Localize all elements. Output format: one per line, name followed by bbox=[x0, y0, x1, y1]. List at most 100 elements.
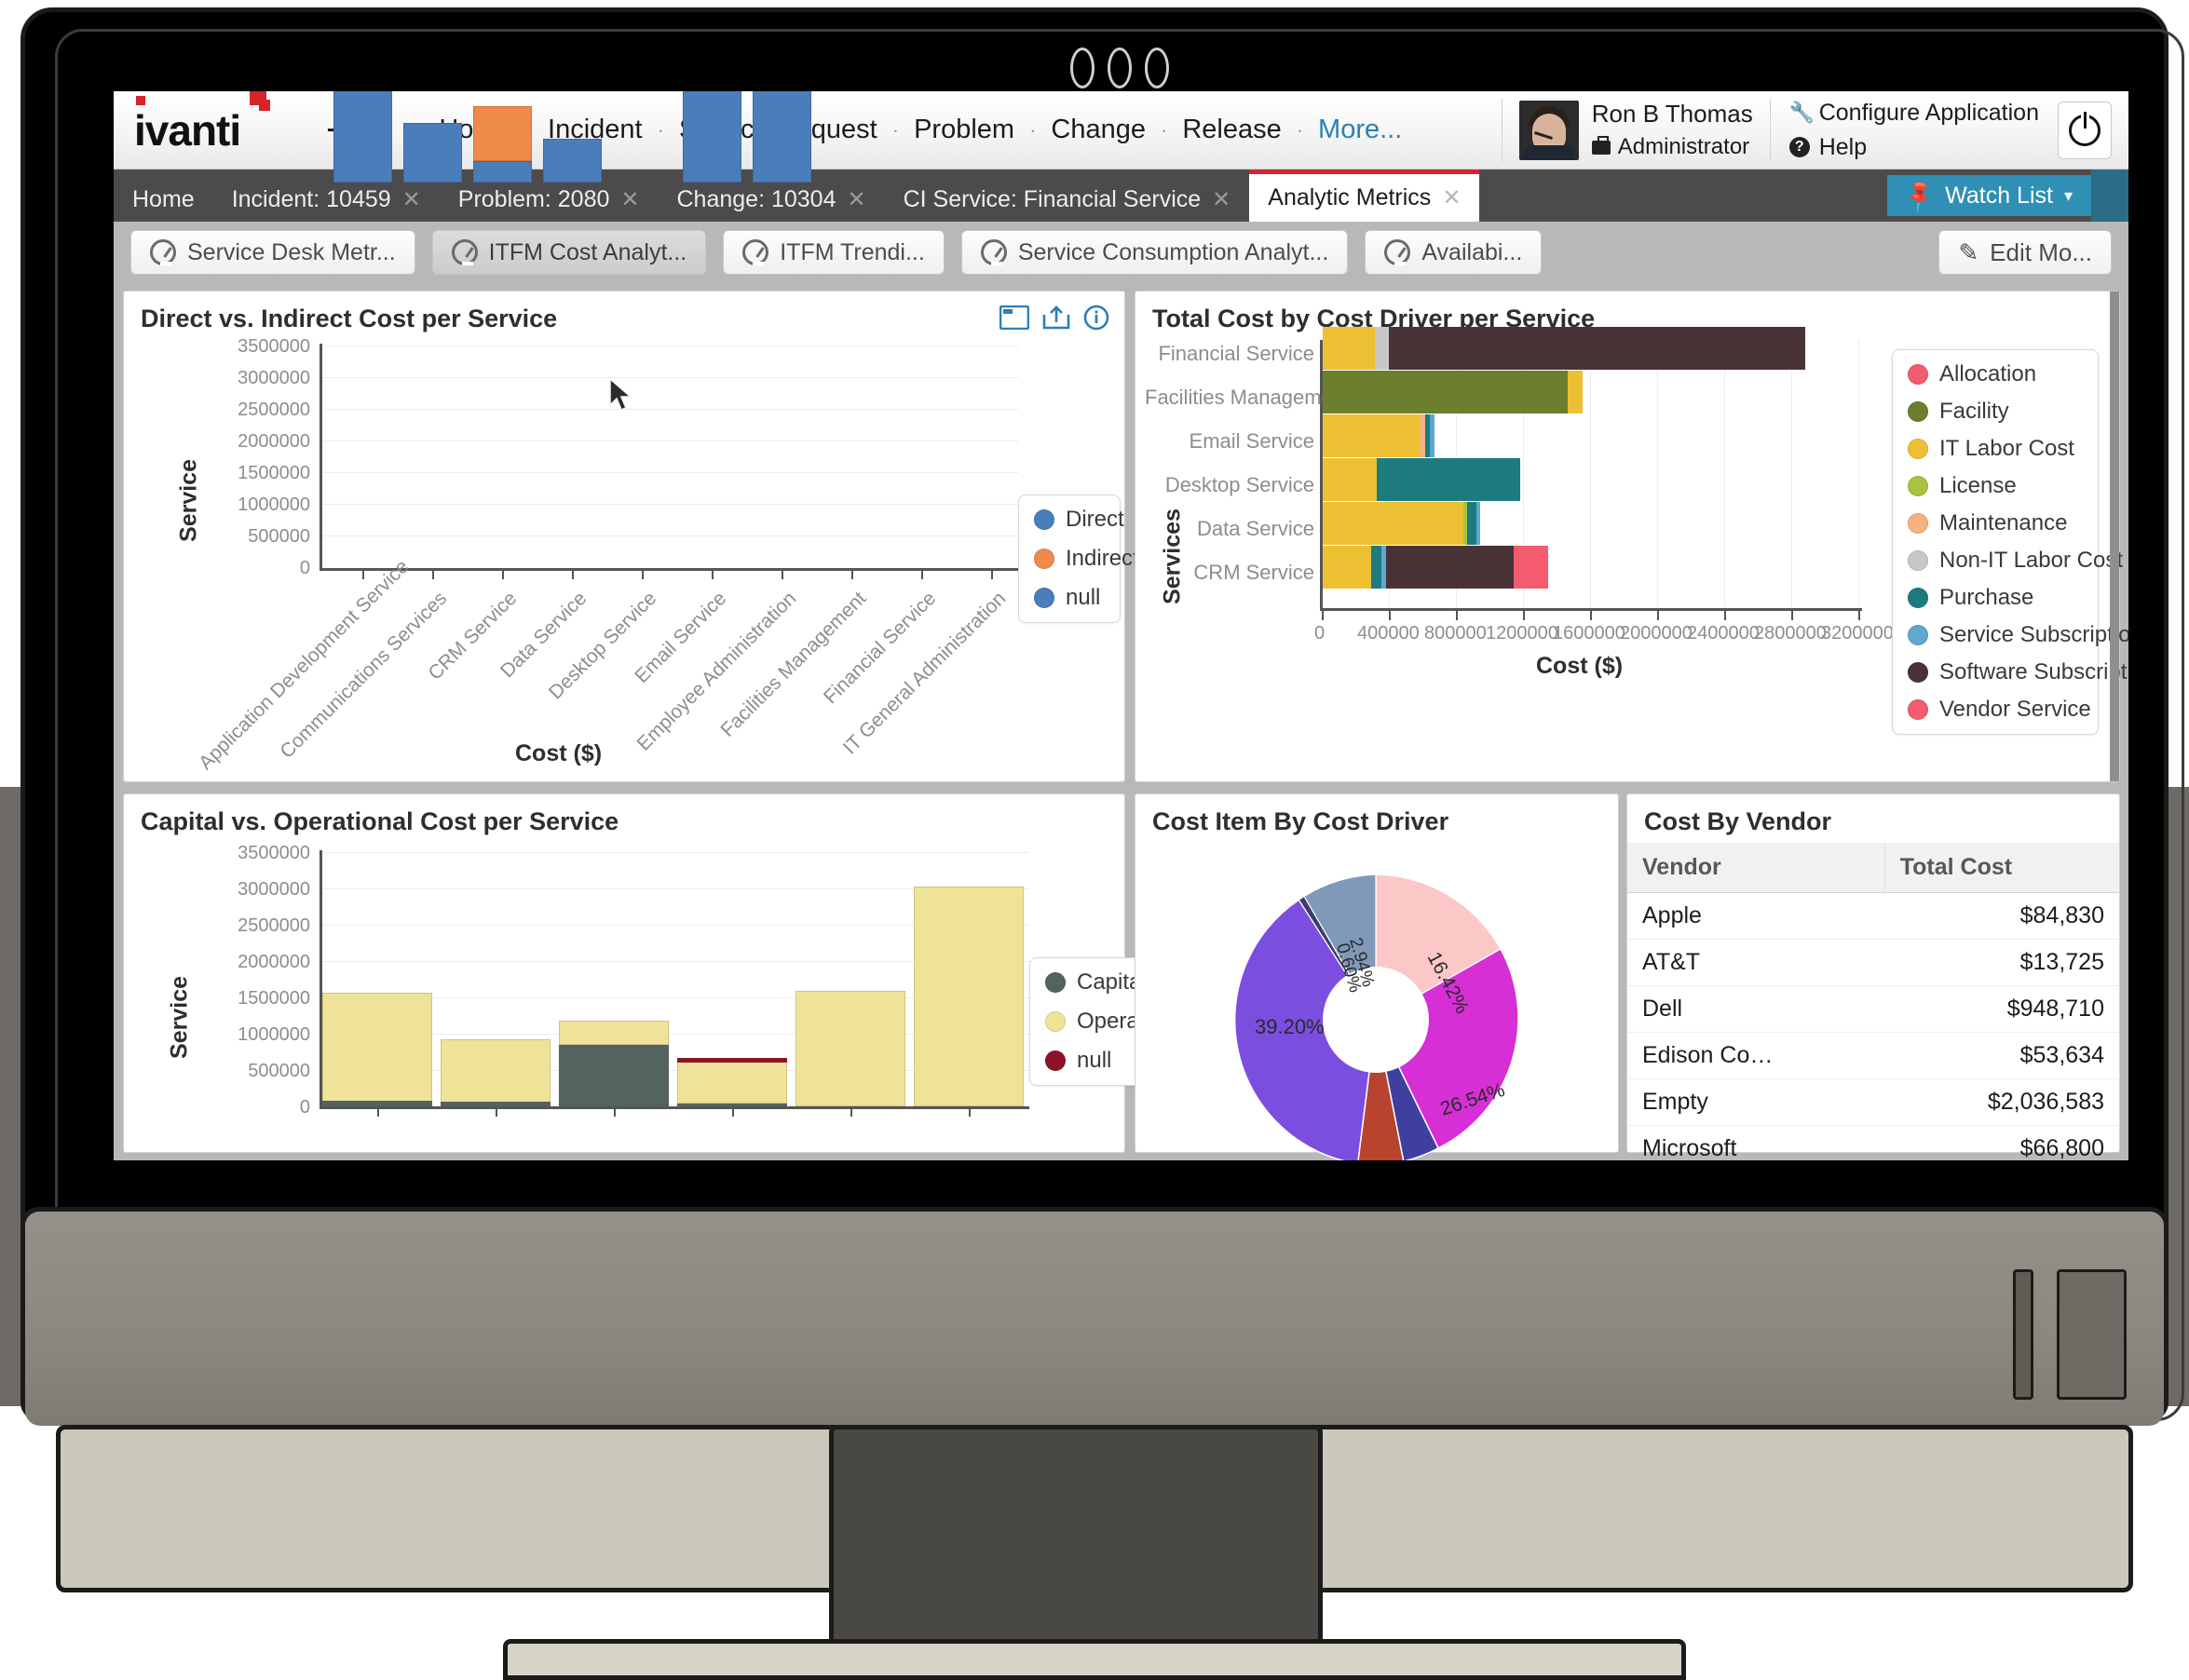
tab-ci-service-financial-service[interactable]: CI Service: Financial Service ✕ bbox=[885, 177, 1250, 222]
watch-list-button[interactable]: 📌 Watch List ▾ bbox=[1887, 175, 2091, 216]
nav-item-problem[interactable]: Problem bbox=[899, 115, 1029, 145]
dashboard-tab-availability[interactable]: Availabi... bbox=[1365, 230, 1543, 275]
legend-item-facility[interactable]: Facility bbox=[1908, 399, 2083, 425]
chart3-bar-data-capital[interactable] bbox=[441, 1102, 551, 1106]
chart2-bar-data-purchase[interactable] bbox=[1467, 502, 1476, 545]
chart1-bar-desktop-direct[interactable] bbox=[473, 161, 532, 183]
chart2-bar-email-it-labor[interactable] bbox=[1323, 414, 1420, 457]
chart1-bar-email-direct[interactable] bbox=[543, 139, 602, 183]
chart2-bar-crm-software-subscription[interactable] bbox=[1386, 546, 1514, 589]
tab-incident-10459[interactable]: Incident: 10459 ✕ bbox=[213, 177, 440, 222]
help-icon: ? bbox=[1788, 137, 1810, 157]
legend-item-direct[interactable]: Direct bbox=[1034, 507, 1124, 533]
legend-item-non-it-labor-cost[interactable]: Non-IT Labor Cost bbox=[1908, 548, 2123, 574]
ivanti-logo[interactable]: ivanti bbox=[114, 91, 300, 152]
column-header-total-cost[interactable]: Total Cost bbox=[1884, 843, 2119, 893]
edit-mode-button[interactable]: ✎ Edit Mo... bbox=[1938, 230, 2112, 275]
chart1-y-tick: 2500000 bbox=[238, 400, 310, 420]
chart2-bar-data-service-subscription[interactable] bbox=[1476, 502, 1480, 545]
dashboard-tab-service-desk-metrics[interactable]: Service Desk Metr... bbox=[130, 230, 415, 275]
nav-item-release[interactable]: Release bbox=[1167, 115, 1296, 145]
chart2-bar-financial-software-subscription[interactable] bbox=[1389, 327, 1805, 370]
chart2-bar-facilities-facility[interactable] bbox=[1323, 371, 1568, 413]
chart3-bar-data-operational[interactable] bbox=[441, 1039, 551, 1106]
chart3-bar-facilities-operational[interactable] bbox=[795, 991, 905, 1106]
chart2-bar-desktop-purchase[interactable] bbox=[1377, 458, 1520, 501]
tab-home[interactable]: Home bbox=[114, 177, 213, 222]
panel-scrollbar[interactable] bbox=[2110, 291, 2119, 781]
monitor-base-foot bbox=[503, 1639, 1686, 1680]
chart1-bar-financial-direct[interactable] bbox=[753, 91, 811, 183]
chart2-bar-crm-it-labor[interactable] bbox=[1323, 546, 1371, 589]
chart1-x-axis-label: Cost ($) bbox=[515, 740, 603, 766]
chart2-x-tickmark bbox=[1456, 610, 1458, 620]
chart3-bar-financial-operational[interactable] bbox=[914, 887, 1024, 1106]
table-row[interactable]: Dell $948,710 bbox=[1627, 985, 2119, 1033]
legend-item-purchase[interactable]: Purchase bbox=[1908, 585, 2083, 611]
table-row[interactable]: AT&T $13,725 bbox=[1627, 939, 2119, 986]
legend-item-allocation[interactable]: Allocation bbox=[1908, 361, 2083, 387]
chart3-bar-desktop-operational[interactable] bbox=[559, 1021, 669, 1045]
chart2-bar-financial-it-labor[interactable] bbox=[1323, 327, 1375, 370]
dashboard-tab-itfm-trending[interactable]: ITFM Trendi... bbox=[723, 230, 945, 275]
chart3-bar-crm-capital[interactable] bbox=[322, 1101, 432, 1106]
chart1-x-tickmark bbox=[851, 569, 853, 579]
chart1-bar-data-direct[interactable] bbox=[403, 123, 462, 183]
webcam-dot-1 bbox=[1070, 47, 1094, 88]
legend-item-license[interactable]: License bbox=[1908, 473, 2083, 499]
table-row[interactable]: Edison Co… $53,634 bbox=[1627, 1032, 2119, 1079]
tab-analytic-metrics[interactable]: Analytic Metrics ✕ bbox=[1249, 169, 1480, 222]
cell-vendor: Empty bbox=[1627, 1078, 1885, 1126]
column-header-vendor[interactable]: Vendor bbox=[1627, 843, 1885, 893]
user-profile-block[interactable]: Ron B Thomas Administrator bbox=[1501, 98, 1770, 162]
chart1-y-tick: 1000000 bbox=[238, 495, 310, 515]
chart2-bar-facilities-it-labor[interactable] bbox=[1568, 371, 1583, 413]
tab-label: Home bbox=[132, 185, 195, 212]
legend-item-null[interactable]: null bbox=[1034, 585, 1105, 611]
chart2-bar-crm-purchase[interactable] bbox=[1371, 546, 1381, 589]
chart1-y-tick: 0 bbox=[299, 558, 310, 578]
legend-item-software-subscription[interactable]: Software Subscription bbox=[1908, 659, 2128, 685]
configure-application-link[interactable]: 🔧 Configure Application bbox=[1789, 100, 2039, 127]
close-icon[interactable]: ✕ bbox=[1212, 186, 1230, 213]
chart2-bar-data-it-labor[interactable] bbox=[1323, 502, 1463, 545]
legend-item-maintenance[interactable]: Maintenance bbox=[1908, 510, 2083, 536]
chart2-x-tick-label: 800000 bbox=[1424, 623, 1487, 644]
chart1-bar-desktop-indirect[interactable] bbox=[473, 106, 532, 161]
close-icon[interactable]: ✕ bbox=[402, 186, 421, 213]
legend-item-it-labor-cost[interactable]: IT Labor Cost bbox=[1908, 436, 2083, 462]
table-row[interactable]: Apple $84,830 bbox=[1627, 892, 2119, 940]
nav-item-more[interactable]: More... bbox=[1303, 115, 1417, 145]
chart1-gridline bbox=[321, 377, 1018, 378]
chart1-bar-crm-direct[interactable] bbox=[333, 91, 392, 183]
chart3-bar-desktop-capital[interactable] bbox=[559, 1045, 669, 1106]
cost-item-donut-chart[interactable]: 16.42% 26.54% 39.20% 0.60% 2.94% bbox=[1208, 852, 1543, 1160]
table-row[interactable]: Microsoft $66,800 bbox=[1627, 1125, 2119, 1160]
legend-item-service-subscription[interactable]: Service Subscription bbox=[1908, 622, 2128, 648]
tab-change-10304[interactable]: Change: 10304 ✕ bbox=[659, 177, 885, 222]
chart1-bar-facilities-direct[interactable] bbox=[683, 91, 741, 183]
dashboard-tab-itfm-cost-analytics[interactable]: ITFM Cost Analyt... bbox=[431, 230, 707, 275]
chart3-bar-crm-operational[interactable] bbox=[322, 993, 432, 1106]
table-row[interactable]: Empty $2,036,583 bbox=[1627, 1078, 2119, 1126]
help-link[interactable]: ? Help bbox=[1788, 134, 2039, 161]
legend-item-indirect[interactable]: Indirect bbox=[1034, 546, 1139, 572]
close-icon[interactable]: ✕ bbox=[620, 186, 639, 213]
chart3-bar-email-capital[interactable] bbox=[677, 1104, 787, 1106]
chart2-x-tickmark bbox=[1322, 610, 1324, 620]
logout-button[interactable] bbox=[2058, 101, 2112, 159]
chart2-bar-crm-allocation[interactable] bbox=[1514, 546, 1548, 589]
chart2-bar-financial-nonit-labor[interactable] bbox=[1375, 327, 1389, 370]
chart3-bar-email-null[interactable] bbox=[677, 1058, 787, 1063]
monitor-stand-neck bbox=[20, 1207, 2169, 1426]
chart2-bar-email-service-subscription[interactable] bbox=[1430, 414, 1434, 457]
dashboard-tab-service-consumption-analytics[interactable]: Service Consumption Analyt... bbox=[960, 230, 1349, 275]
close-icon[interactable]: ✕ bbox=[1442, 184, 1461, 211]
tab-problem-2080[interactable]: Problem: 2080 ✕ bbox=[440, 177, 659, 222]
nav-item-change[interactable]: Change bbox=[1036, 115, 1161, 145]
chart3-x-axis bbox=[320, 1106, 1029, 1109]
legend-item-vendor-service[interactable]: Vendor Service bbox=[1908, 697, 2091, 723]
close-icon[interactable]: ✕ bbox=[847, 186, 865, 213]
chart3-bar-email-operational[interactable] bbox=[677, 1062, 787, 1104]
chart2-bar-desktop-it-labor[interactable] bbox=[1323, 458, 1377, 501]
